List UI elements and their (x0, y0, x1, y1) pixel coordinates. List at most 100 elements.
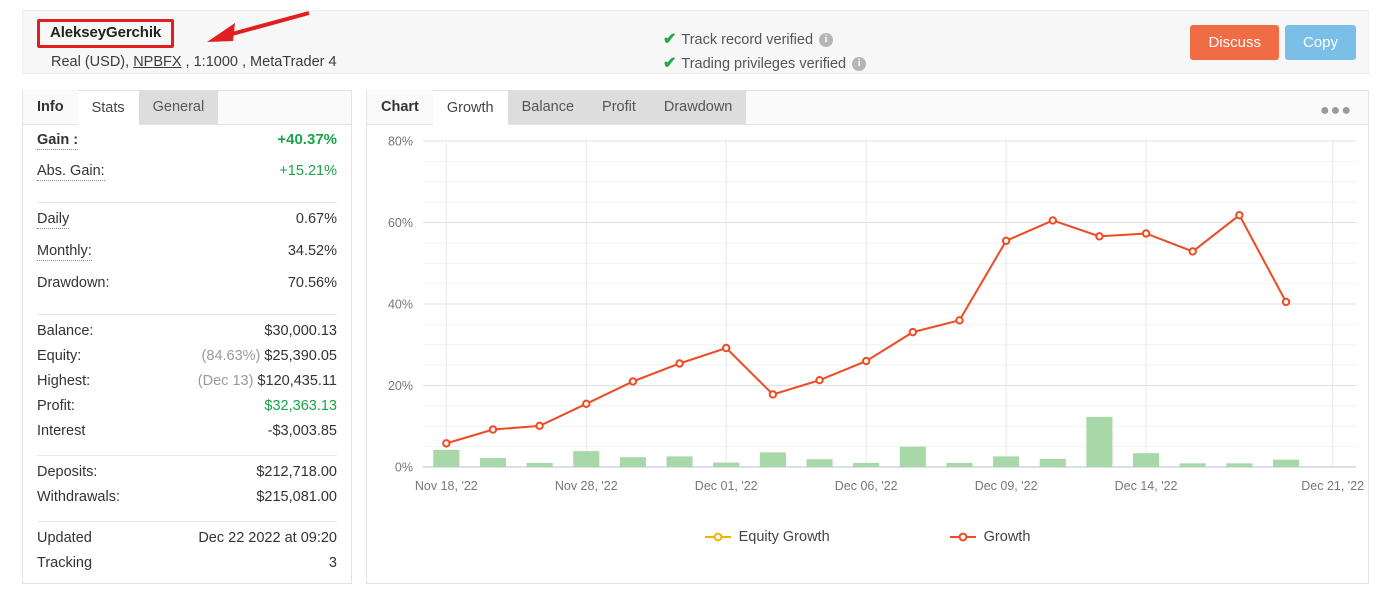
stat-value: Dec 22 2022 at 09:20 (198, 530, 337, 546)
svg-text:20%: 20% (388, 379, 413, 393)
tab-balance[interactable]: Balance (507, 90, 589, 124)
tab-general[interactable]: General (138, 90, 219, 124)
stat-label: Withdrawals: (37, 489, 120, 505)
page-root: AlekseyGerchik Real (USD), NPBFX , 1:100… (0, 0, 1391, 603)
stat-row-updated: Updated Dec 22 2022 at 09:20 (37, 530, 337, 555)
account-name-highlight: AlekseyGerchik (37, 19, 175, 48)
legend-label: Growth (983, 529, 1031, 545)
stat-label: Highest: (37, 373, 91, 389)
stat-label: Tracking (37, 555, 93, 571)
stat-row-profit: Profit: $32,363.13 (37, 398, 337, 423)
divider (37, 314, 337, 315)
x-axis-tick-label: Dec 14, '22 (1114, 479, 1178, 493)
discuss-button[interactable]: Discuss (1190, 25, 1279, 60)
account-leverage-platform: , 1:1000 , MetaTrader 4 (181, 54, 337, 70)
stat-value: -$3,003.85 (267, 423, 337, 439)
stat-label[interactable]: Abs. Gain: (37, 163, 105, 181)
info-icon[interactable]: i (819, 32, 834, 47)
stats-body: Gain : +40.37% Abs. Gain: +15.21% Daily … (23, 125, 351, 580)
account-type: Real (USD), (51, 54, 134, 70)
chart-canvas: 0% 20% 40% 60% 80% (388, 135, 1356, 475)
stat-value-main: $120,435.11 (257, 373, 337, 389)
x-axis-tick-label: Dec 01, '22 (694, 479, 758, 493)
svg-text:0%: 0% (395, 461, 413, 475)
stat-row-monthly: Monthly: 34.52% (37, 243, 337, 275)
stat-label[interactable]: Daily (37, 211, 70, 229)
growth-chart: 0% 20% 40% 60% 80% Nov 18, '22 Nov 28, '22 Dec… (367, 125, 1368, 583)
info-icon[interactable]: i (852, 56, 867, 71)
verification-label: Track record verified (681, 31, 814, 48)
tab-profit[interactable]: Profit (588, 90, 650, 124)
legend-marker-growth-icon (949, 532, 976, 542)
chart-legend: Equity Growth Growth (367, 529, 1368, 545)
verification-item: ✔ Trading privileges verified i (663, 53, 867, 74)
legend-item-equity-growth[interactable]: Equity Growth (704, 529, 830, 545)
stat-label[interactable]: Monthly: (37, 243, 92, 261)
stat-value: $30,000.13 (264, 323, 337, 339)
legend-marker-equity-growth-icon (704, 532, 731, 542)
account-header: AlekseyGerchik Real (USD), NPBFX , 1:100… (22, 10, 1369, 74)
chart-panel-title: Chart (367, 90, 433, 124)
x-axis-tick-label: Dec 09, '22 (974, 479, 1038, 493)
chart-options-menu-icon[interactable]: ●●● (1320, 103, 1352, 119)
tab-drawdown[interactable]: Drawdown (649, 90, 747, 124)
stat-value: $32,363.13 (264, 398, 337, 414)
stat-row-equity: Equity: (84.63%) $25,390.05 (37, 348, 337, 373)
x-axis-tick-label: Nov 28, '22 (554, 479, 618, 493)
legend-item-growth[interactable]: Growth (949, 529, 1031, 545)
stat-value: (84.63%) $25,390.05 (202, 348, 337, 364)
verification-label: Trading privileges verified (681, 55, 847, 72)
x-axis-tick-label: Dec 21, '22 (1301, 479, 1365, 493)
stats-panel-title: Info (23, 90, 78, 124)
stat-row-tracking: Tracking 3 (37, 555, 337, 580)
stat-label[interactable]: Drawdown: (37, 275, 110, 291)
chart-panel: Chart Growth Balance Profit Drawdown ●●●… (366, 90, 1369, 584)
stat-label: Deposits: (37, 464, 98, 480)
svg-text:60%: 60% (388, 216, 413, 230)
check-icon: ✔ (663, 54, 677, 72)
stats-tabbar: Info Stats General (23, 90, 351, 125)
x-axis-tick-label: Nov 18, '22 (414, 479, 478, 493)
stat-value-prefix: (84.63%) (201, 348, 265, 364)
divider (37, 455, 337, 456)
x-axis-tick-label: Dec 06, '22 (834, 479, 898, 493)
account-identity: AlekseyGerchik Real (USD), NPBFX , 1:100… (37, 19, 337, 70)
stat-row-daily: Daily 0.67% (37, 211, 337, 243)
divider (37, 202, 337, 203)
account-details: Real (USD), NPBFX , 1:1000 , MetaTrader … (51, 54, 337, 70)
stat-value: +40.37% (277, 131, 337, 148)
tab-growth[interactable]: Growth (432, 91, 508, 125)
stat-label: Interest (37, 423, 86, 439)
header-actions: Discuss Copy (1190, 25, 1356, 60)
stat-row-interest: Interest -$3,003.85 (37, 423, 337, 448)
stat-row-withdrawals: Withdrawals: $215,081.00 (37, 489, 337, 514)
divider (37, 521, 337, 522)
stat-label: Profit: (37, 398, 75, 414)
broker-link[interactable]: NPBFX (133, 54, 181, 70)
stat-row-balance: Balance: $30,000.13 (37, 323, 337, 348)
stat-value: $212,718.00 (256, 464, 337, 480)
chart-tabbar: Chart Growth Balance Profit Drawdown (367, 90, 1368, 125)
stat-value: +15.21% (279, 163, 337, 179)
stat-label: Updated (37, 530, 92, 546)
check-icon: ✔ (663, 30, 677, 48)
account-name: AlekseyGerchik (50, 24, 162, 41)
stats-panel: Info Stats General Gain : +40.37% Abs. G… (22, 90, 352, 584)
legend-label: Equity Growth (738, 529, 830, 545)
stat-value: 70.56% (287, 275, 337, 291)
stat-value-prefix: (Dec 13) (197, 373, 258, 389)
stat-row-gain: Gain : +40.37% (37, 131, 337, 163)
tab-stats[interactable]: Stats (77, 91, 139, 125)
stat-row-abs-gain: Abs. Gain: +15.21% (37, 163, 337, 195)
stat-value-main: $25,390.05 (264, 348, 337, 364)
verification-list: ✔ Track record verified i ✔ Trading priv… (663, 29, 867, 77)
stat-value: 34.52% (287, 243, 337, 259)
stat-row-drawdown: Drawdown: 70.56% (37, 275, 337, 307)
copy-button[interactable]: Copy (1284, 25, 1356, 60)
stat-value: $215,081.00 (256, 489, 337, 505)
stat-label[interactable]: Gain : (37, 132, 79, 150)
svg-text:80%: 80% (388, 135, 413, 149)
stat-row-deposits: Deposits: $212,718.00 (37, 464, 337, 489)
stat-value: 0.67% (295, 211, 337, 227)
stat-label: Equity: (37, 348, 82, 364)
